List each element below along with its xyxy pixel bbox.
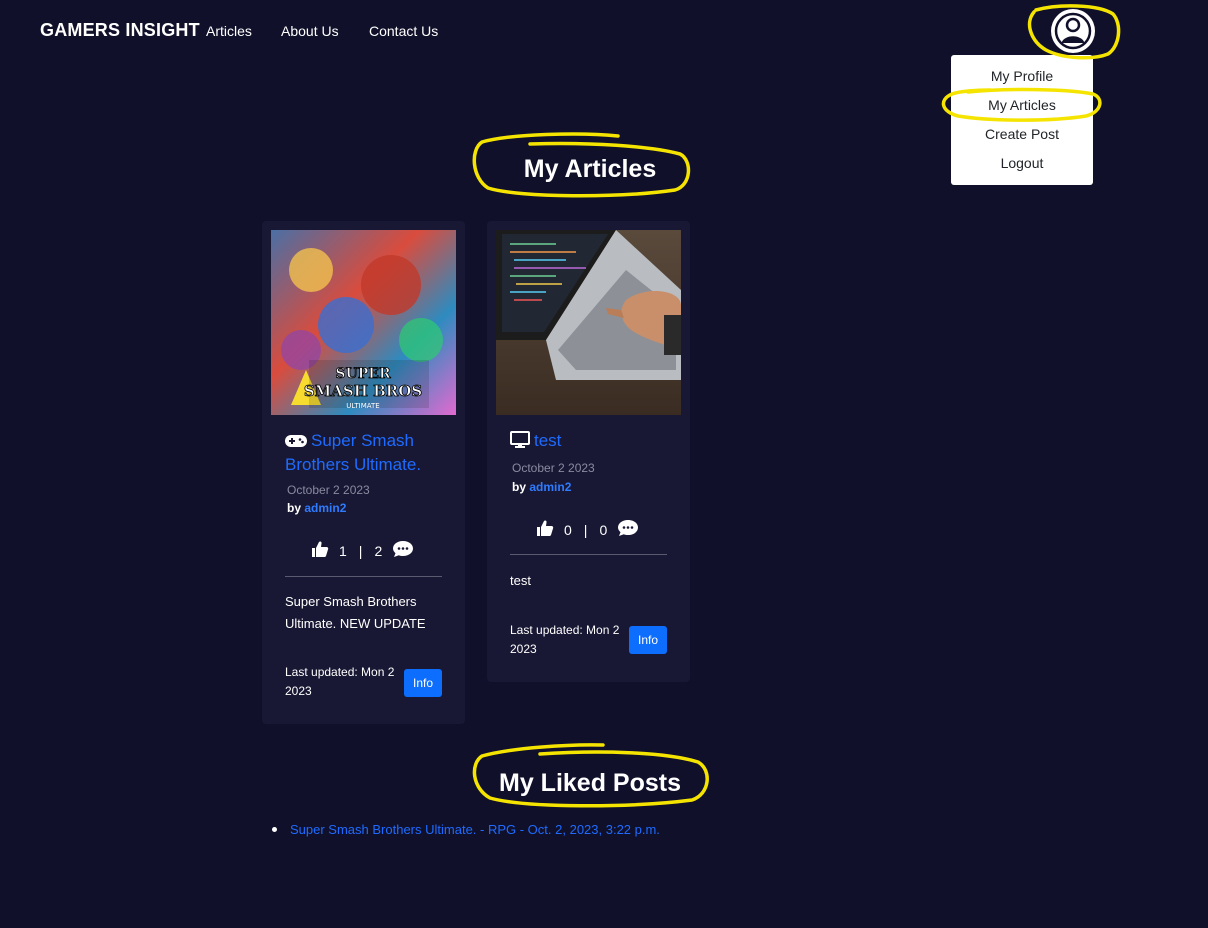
article-stats: 1 | 2 [311, 540, 414, 561]
liked-posts-list: Super Smash Brothers Ultimate. - RPG - O… [272, 822, 660, 837]
thumbs-up-icon[interactable] [536, 519, 554, 540]
page: GAMERS INSIGHT Articles About Us Contact… [0, 0, 1208, 928]
article-title-link[interactable]: Super Smash Brothers Ultimate. [285, 430, 450, 476]
comment-icon[interactable] [617, 519, 639, 540]
article-stats: 0 | 0 [536, 519, 639, 540]
liked-post-link[interactable]: Super Smash Brothers Ultimate. - RPG - O… [290, 822, 660, 837]
nav-about-us[interactable]: About Us [281, 23, 339, 39]
article-title: test [534, 431, 562, 450]
laptop-typing-image [496, 230, 681, 415]
article-description: Super Smash Brothers Ultimate. NEW UPDAT… [285, 594, 426, 631]
article-description: test [510, 573, 531, 588]
svg-text:ULTIMATE: ULTIMATE [346, 402, 379, 410]
last-updated-text: Last updated: Mon 2 2023 [510, 623, 620, 656]
smash-bros-cover-image: SUPER SMASH BROS ULTIMATE [271, 230, 456, 415]
monitor-icon [510, 431, 530, 454]
user-avatar-button[interactable] [1051, 9, 1095, 53]
list-item: Super Smash Brothers Ultimate. - RPG - O… [272, 822, 660, 837]
article-title-link[interactable]: test [510, 430, 675, 454]
article-card: test October 2 2023 by admin2 0 | 0 test… [487, 221, 690, 682]
card-divider [510, 554, 667, 555]
card-divider [285, 576, 442, 577]
list-bullet [272, 827, 277, 832]
like-count: 0 [564, 521, 572, 538]
brand-logo[interactable]: GAMERS INSIGHT [40, 20, 200, 41]
like-count: 1 [339, 542, 347, 559]
thumbs-up-icon[interactable] [311, 540, 329, 561]
article-date: October 2 2023 [287, 483, 370, 497]
article-date: October 2 2023 [512, 461, 595, 475]
article-byline: by admin2 [512, 480, 571, 494]
author-link[interactable]: admin2 [304, 501, 346, 515]
my-liked-posts-heading: My Liked Posts [499, 769, 681, 797]
user-icon [1053, 11, 1093, 51]
last-updated-text: Last updated: Mon 2 2023 [285, 665, 395, 698]
menu-item-create-post[interactable]: Create Post [951, 120, 1093, 149]
article-card: SUPER SMASH BROS ULTIMATE Super Smash Br… [262, 221, 465, 724]
stats-separator: | [583, 521, 588, 538]
nav-contact-us[interactable]: Contact Us [369, 23, 438, 39]
article-image[interactable] [496, 230, 681, 415]
article-image[interactable]: SUPER SMASH BROS ULTIMATE [271, 230, 456, 415]
comment-icon[interactable] [392, 540, 414, 561]
author-link[interactable]: admin2 [529, 480, 571, 494]
svg-text:SMASH BROS: SMASH BROS [304, 382, 422, 400]
article-byline: by admin2 [287, 501, 346, 515]
menu-item-my-profile[interactable]: My Profile [951, 62, 1093, 91]
info-button[interactable]: Info [629, 626, 667, 654]
nav-articles[interactable]: Articles [206, 23, 252, 39]
svg-text:SUPER: SUPER [335, 366, 391, 382]
by-label: by [287, 501, 302, 515]
my-articles-heading: My Articles [523, 155, 657, 183]
info-button[interactable]: Info [404, 669, 442, 697]
by-label: by [512, 480, 527, 494]
gamepad-icon [285, 432, 307, 454]
comment-count: 0 [599, 521, 608, 538]
stats-separator: | [358, 542, 363, 559]
menu-item-my-articles[interactable]: My Articles [951, 91, 1093, 120]
comment-count: 2 [374, 542, 383, 559]
